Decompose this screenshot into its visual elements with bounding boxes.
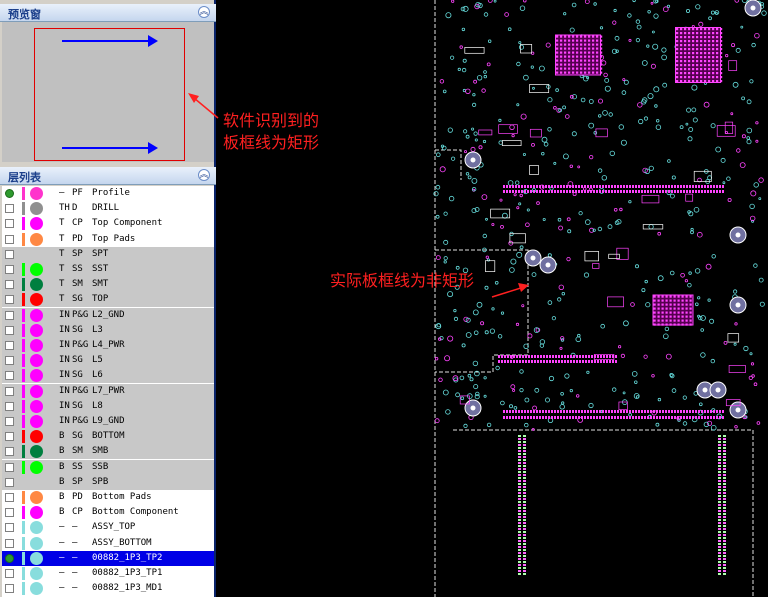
annotation-actual-outline: 实际板框线为非矩形	[330, 271, 475, 290]
annotation-line-2: 板框线为矩形	[223, 133, 320, 152]
annotation-arrow-right	[491, 286, 525, 298]
annotation-arrow-left	[193, 97, 219, 119]
arrow-head-icon	[518, 283, 529, 292]
annotation-software-outline: 软件识别到的 板框线为矩形	[223, 110, 319, 154]
annotation-line-1: 软件识别到的	[223, 111, 320, 130]
annotation-arrows	[188, 93, 529, 298]
